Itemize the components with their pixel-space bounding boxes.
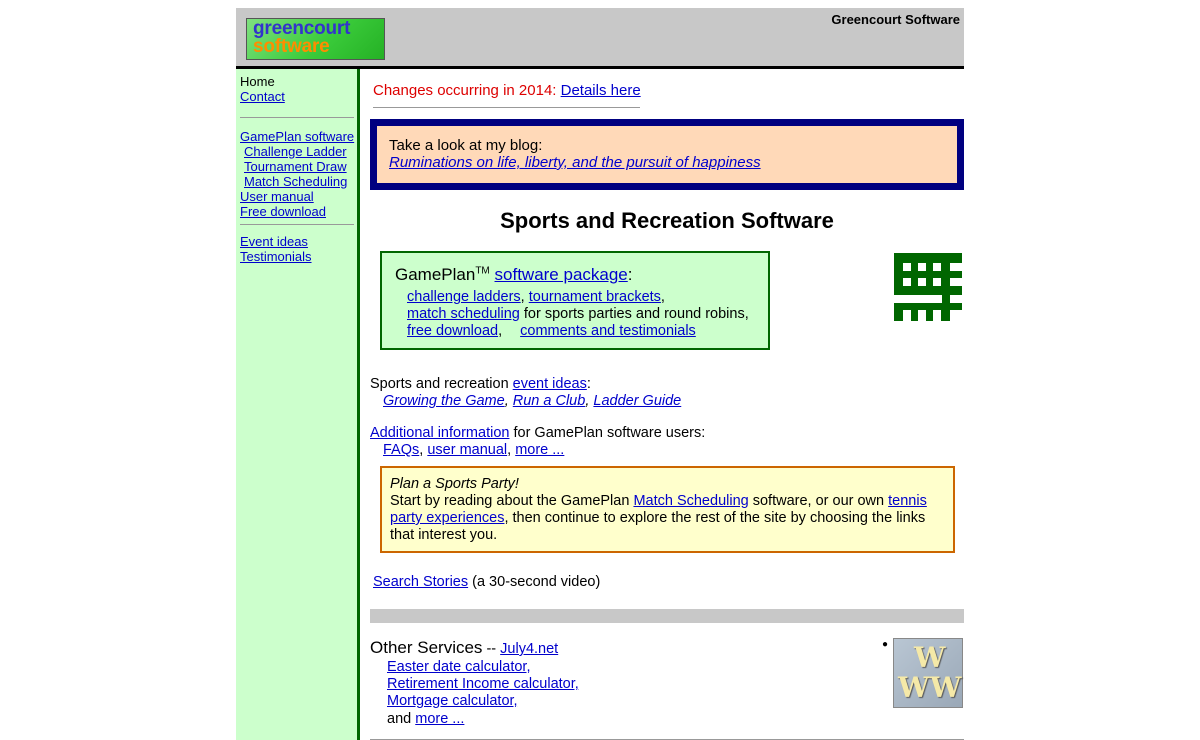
blog-link[interactable]: Ruminations on life, liberty, and the pu… <box>389 154 761 171</box>
gameplan-line1: challenge ladders, tournament brackets, <box>407 289 665 305</box>
gameplan-colon: : <box>627 265 633 284</box>
sidebar-separator <box>240 117 354 118</box>
gameplan-comma: , <box>520 289 529 305</box>
party-text-1: Start by reading about the GamePlan <box>390 493 634 509</box>
sidebar-item-testimonials[interactable]: Testimonials <box>240 249 312 264</box>
sidebar-item-free-download[interactable]: Free download <box>240 204 326 219</box>
gameplan-title: GamePlanTM software package: <box>395 265 633 285</box>
www-image[interactable]: W W W <box>893 638 963 708</box>
sidebar: Home Contact GamePlan software Challenge… <box>236 69 357 740</box>
growing-the-game-link[interactable]: Growing the Game <box>383 393 505 409</box>
additional-information-link[interactable]: Additional information <box>370 425 509 441</box>
sidebar-item-challenge-ladder[interactable]: Challenge Ladder <box>244 144 347 159</box>
other-services-line: Other Services -- July4.net <box>370 638 558 658</box>
events-sep: , <box>504 393 513 409</box>
free-download-link[interactable]: free download <box>407 323 498 339</box>
calendar-grid-icon[interactable] <box>894 253 962 321</box>
gameplan-box: GamePlanTM software package: challenge l… <box>380 251 770 350</box>
blog-text: Take a look at my blog: <box>389 137 543 154</box>
blog-box: Take a look at my blog: Ruminations on l… <box>370 119 964 190</box>
changes-notice: Changes occurring in 2014: Details here <box>373 82 641 99</box>
video-line: Search Stories (a 30-second video) <box>373 574 600 590</box>
challenge-ladders-link[interactable]: challenge ladders <box>407 289 521 305</box>
changes-divider <box>373 107 640 108</box>
party-title: Plan a Sports Party! <box>390 476 519 492</box>
company-name: Greencourt Software <box>831 12 960 27</box>
event-ideas-link[interactable]: event ideas <box>513 376 587 392</box>
ladder-guide-link[interactable]: Ladder Guide <box>593 393 681 409</box>
sports-party-box: Plan a Sports Party! Start by reading ab… <box>380 466 955 553</box>
gameplan-line2: match scheduling for sports parties and … <box>407 306 749 322</box>
event-ideas-colon: : <box>586 376 591 392</box>
match-scheduling-suffix: for sports parties and round robins, <box>519 306 749 322</box>
more-info-link[interactable]: more ... <box>515 442 564 458</box>
additional-info-line: Additional information for GamePlan soft… <box>370 425 705 441</box>
other-services-title: Other Services <box>370 638 483 657</box>
trademark: TM <box>475 265 490 277</box>
video-suffix: (a 30-second video) <box>468 574 601 590</box>
other-and: and <box>387 711 416 727</box>
other-more-line: and more ... <box>387 711 464 727</box>
sidebar-item-tournament-draw[interactable]: Tournament Draw <box>244 159 347 174</box>
sidebar-item-home: Home <box>240 74 275 89</box>
gameplan-line3: free download, comments and testimonials <box>407 323 696 339</box>
page-title: Sports and Recreation Software <box>500 208 834 233</box>
page: greencourt software Greencourt Software … <box>236 8 964 740</box>
sidebar-item-match-scheduling[interactable]: Match Scheduling <box>244 174 347 189</box>
match-scheduling-software-link[interactable]: Match Scheduling <box>633 493 748 509</box>
event-ideas-line: Sports and recreation event ideas: <box>370 376 591 392</box>
run-a-club-link[interactable]: Run a Club <box>513 393 586 409</box>
search-stories-link[interactable]: Search Stories <box>373 574 468 590</box>
sidebar-divider <box>357 69 360 740</box>
event-guides-line: Growing the Game, Run a Club, Ladder Gui… <box>383 393 681 409</box>
mortgage-calculator-link[interactable]: Mortgage calculator, <box>387 693 518 709</box>
gameplan-comma: , <box>498 323 503 339</box>
header: greencourt software Greencourt Software <box>236 8 964 66</box>
section-divider-bar <box>370 609 964 623</box>
party-text: Start by reading about the GamePlan Matc… <box>390 493 948 544</box>
bullet-icon: ● <box>882 639 889 650</box>
faqs-link[interactable]: FAQs <box>383 442 419 458</box>
user-manual-link[interactable]: user manual <box>427 442 507 458</box>
changes-text: Changes occurring in 2014: <box>373 82 561 99</box>
additional-info-suffix: for GamePlan software users: <box>509 425 706 441</box>
www-letter: W <box>930 671 962 704</box>
easter-calculator-link[interactable]: Easter date calculator, <box>387 659 530 675</box>
tournament-brackets-link[interactable]: tournament brackets <box>529 289 661 305</box>
sidebar-item-gameplan[interactable]: GamePlan software <box>240 129 354 144</box>
other-services-dash: -- <box>482 641 501 657</box>
match-scheduling-link[interactable]: match scheduling <box>407 306 520 322</box>
gameplan-comma: , <box>660 289 665 305</box>
changes-details-link[interactable]: Details here <box>561 82 641 99</box>
additional-links-line: FAQs, user manual, more ... <box>383 442 564 458</box>
sidebar-item-user-manual[interactable]: User manual <box>240 189 314 204</box>
blog-box-inner: Take a look at my blog: Ruminations on l… <box>377 126 957 183</box>
www-letter: W <box>914 641 946 674</box>
main-content: Changes occurring in 2014: Details here … <box>370 69 964 740</box>
comments-testimonials-link[interactable]: comments and testimonials <box>520 323 696 339</box>
sidebar-separator <box>240 224 354 225</box>
other-more-link[interactable]: more ... <box>415 711 464 727</box>
greencourt-logo[interactable]: greencourt software <box>246 18 385 60</box>
july4-link[interactable]: July4.net <box>500 641 558 657</box>
retirement-calculator-link[interactable]: Retirement Income calculator, <box>387 676 579 692</box>
software-package-link[interactable]: software package <box>495 265 628 284</box>
event-ideas-prefix: Sports and recreation <box>370 376 513 392</box>
logo-line2: software <box>253 36 330 57</box>
additional-sep: , <box>507 442 516 458</box>
www-letter: W <box>898 671 930 704</box>
sidebar-item-event-ideas[interactable]: Event ideas <box>240 234 308 249</box>
party-text-2: software, or our own <box>748 493 889 509</box>
sidebar-item-contact[interactable]: Contact <box>240 89 285 104</box>
gameplan-name: GamePlan <box>395 265 476 284</box>
